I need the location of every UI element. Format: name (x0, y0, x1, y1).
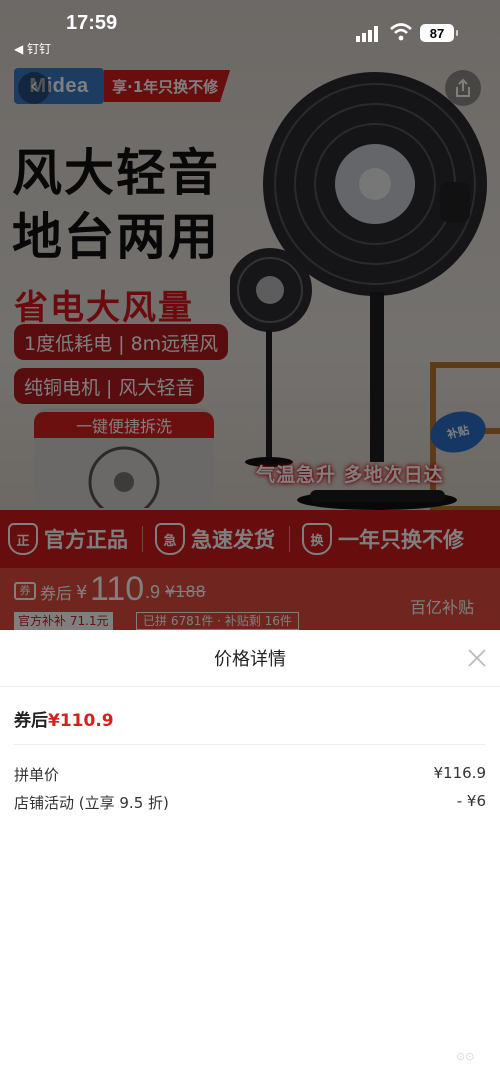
final-price-row: 券后¥110.9 (14, 706, 114, 731)
modal-overlay[interactable] (0, 0, 500, 630)
status-bar: 17:59 ◀ 钉钉 87 (0, 0, 500, 62)
final-price-value: ¥110.9 (48, 711, 114, 731)
row-label: 拼单价 (14, 766, 60, 784)
divider (14, 744, 486, 745)
wifi-icon (390, 23, 412, 41)
divider (0, 686, 500, 687)
price-detail-row: 拼单价 ¥116.9 (14, 764, 486, 785)
row-value: ¥116.9 (433, 764, 487, 782)
row-label: 店铺活动 (立享 9.5 折) (14, 794, 169, 812)
sheet-title: 价格详情 (214, 649, 286, 670)
back-to-app-link[interactable]: ◀ 钉钉 (14, 40, 51, 57)
watermark: ⊙⊙ (456, 1050, 475, 1063)
clock: 17:59 (66, 12, 118, 34)
price-detail-sheet: 价格详情 券后¥110.9 拼单价 ¥116.9 店铺活动 (立享 9.5 折)… (0, 630, 500, 1084)
final-price-label: 券后 (14, 711, 48, 731)
row-value: - ¥6 (456, 792, 486, 810)
close-icon[interactable] (466, 647, 488, 669)
price-detail-row: 店铺活动 (立享 9.5 折) - ¥6 (14, 792, 486, 813)
battery-icon: 87 (420, 24, 458, 42)
signal-icon (356, 26, 378, 42)
